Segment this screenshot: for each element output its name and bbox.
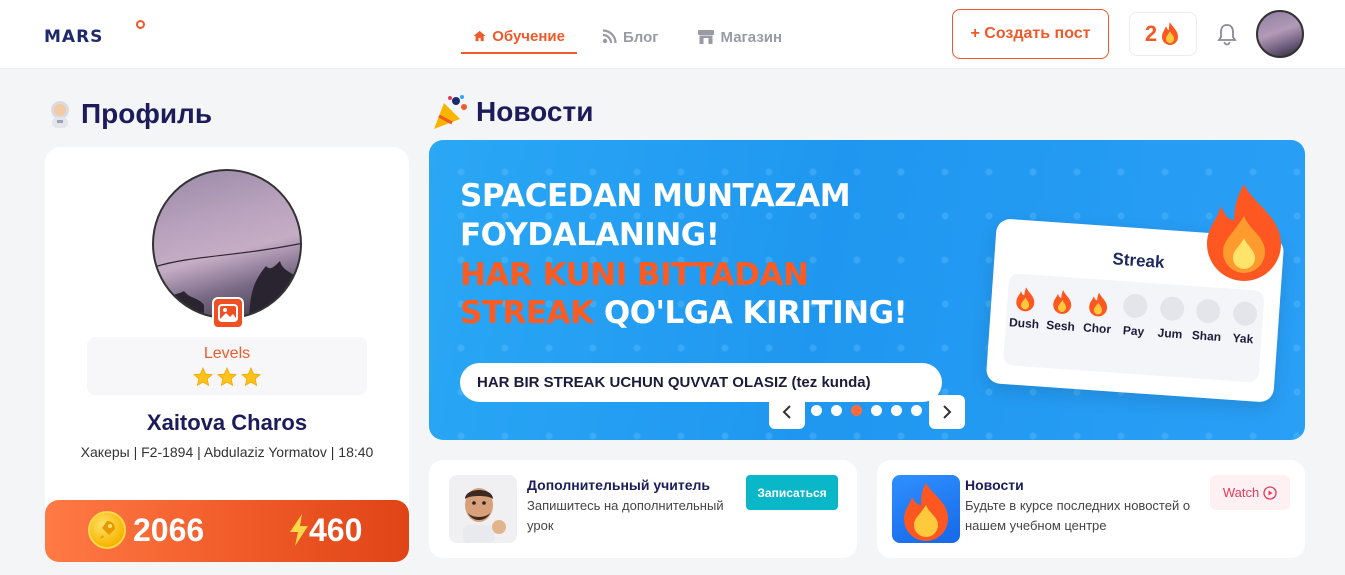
create-post-button[interactable]: + Создать пост [952, 9, 1109, 59]
banner-line-3: HAR KUNI BITTADAN [460, 257, 809, 293]
card-title: Дополнительный учитель [527, 477, 711, 493]
streak-day-label: Pay [1122, 323, 1145, 339]
streak-day-label: Jum [1157, 325, 1183, 342]
star-icon [193, 367, 213, 387]
carousel-dot[interactable] [851, 405, 862, 416]
level-stars [87, 367, 367, 387]
nav-item-learning[interactable]: Обучение [461, 20, 577, 54]
streak-day-empty-dot [1158, 295, 1185, 322]
carousel-dot[interactable] [831, 405, 842, 416]
streak-day: Chor [1077, 290, 1116, 372]
nav-item-blog[interactable]: Блог [589, 20, 671, 54]
chevron-right-icon [943, 405, 952, 419]
streak-day: Yak [1223, 300, 1262, 383]
carousel-prev-button[interactable] [769, 395, 805, 429]
card-description: Запишитесь на дополнительный урок [527, 498, 724, 533]
streak-days: Dush Sesh Chor Pay Jum Shan Yak [1002, 273, 1265, 383]
carousel-dots [811, 405, 922, 416]
streak-day: Sesh [1041, 288, 1080, 370]
card-title: Новости [965, 477, 1024, 493]
image-icon [218, 304, 238, 322]
profile-card: Levels Xaitova Charos Хакеры | F2-1894 |… [45, 147, 409, 562]
carousel-next-button[interactable] [929, 395, 965, 429]
bell-icon[interactable] [1213, 20, 1241, 48]
news-title-text: Новости [476, 96, 594, 127]
nav-item-label: Магазин [720, 28, 783, 46]
teacher-memoji [449, 475, 517, 543]
rocket-icon [100, 521, 115, 539]
memoji-icon [463, 488, 506, 543]
coin-icon [88, 511, 126, 549]
big-fire-icon [1207, 184, 1281, 281]
streak-day: Jum [1150, 295, 1189, 377]
news-section-title: Новости [432, 93, 593, 131]
star-icon [241, 367, 261, 387]
logo-ring-icon [136, 20, 145, 29]
news-banner[interactable]: SPACEDAN MUNTAZAM FOYDALANING! HAR KUNI … [429, 140, 1305, 440]
levels-label: Levels [203, 345, 251, 362]
astronaut-icon [51, 101, 69, 128]
nav-item-label: Обучение [492, 27, 565, 45]
party-popper-icon [434, 95, 467, 129]
streak-day-label: Chor [1082, 320, 1112, 337]
extra-teacher-card: Дополнительный учитель Запишитесь на доп… [429, 460, 857, 558]
chevron-left-icon [782, 405, 791, 419]
carousel-dot[interactable] [811, 405, 822, 416]
profile-title-text: Профиль [81, 98, 213, 129]
streak-count: 2 [1144, 21, 1158, 46]
fire-icon [1089, 292, 1108, 317]
watch-button[interactable]: Watch [1210, 475, 1290, 510]
store-icon [697, 30, 714, 44]
coins-value: 2066 [133, 512, 205, 548]
streak-day-empty-dot [1122, 293, 1149, 319]
streak-day-label: Dush [1008, 315, 1040, 332]
fire-icon [1016, 287, 1035, 312]
watch-button-label: Watch [1222, 485, 1260, 500]
play-circle-icon [1263, 485, 1277, 500]
news-thumbnail [892, 475, 960, 543]
fire-icon [1053, 289, 1072, 314]
enroll-button[interactable]: Записаться [746, 475, 838, 510]
fire-icon [904, 483, 948, 541]
home-icon [473, 30, 486, 42]
banner-line-4-white: QO'LGA KIRITING! [593, 295, 908, 331]
banner-line-1: SPACEDAN MUNTAZAM [460, 178, 851, 214]
top-header: MARS Обучение Блог Магазин + Создать пос… [0, 0, 1345, 69]
streak-day-label: Sesh [1045, 317, 1076, 334]
banner-pill: HAR BIR STREAK UCHUN QUVVAT OLASIZ (tez … [460, 363, 942, 402]
nav-item-label: Блог [623, 28, 659, 46]
streak-day-label: Yak [1232, 330, 1254, 347]
fire-icon [1162, 22, 1179, 45]
main-nav: Обучение Блог Магазин [461, 20, 794, 56]
streak-day-label: Shan [1191, 328, 1222, 345]
banner-line-2: FOYDALANING! [460, 217, 720, 253]
streak-day: Shan [1187, 298, 1226, 380]
change-photo-button[interactable] [212, 297, 244, 329]
rss-icon [602, 29, 617, 44]
mars-logo[interactable]: MARS [44, 27, 103, 47]
star-icon [217, 367, 237, 387]
news-card: Новости Будьте в курсе последних новосте… [877, 460, 1305, 558]
nav-item-shop[interactable]: Магазин [685, 20, 795, 54]
streak-counter[interactable]: 2 [1129, 12, 1197, 56]
profile-info: Хакеры | F2-1894 | Abdulaziz Yormatov | … [80, 444, 374, 460]
streak-day-empty-dot [1231, 300, 1258, 327]
streak-day: Pay [1114, 293, 1153, 375]
profile-section-title: Профиль [45, 98, 212, 130]
banner-line-4: STREAK QO'LGA KIRITING! [460, 295, 908, 331]
profile-name: Xaitova Charos [146, 410, 308, 435]
carousel-dot[interactable] [911, 405, 922, 416]
carousel-dot[interactable] [871, 405, 882, 416]
card-description: Будьте в курсе последних новостей о наше… [965, 498, 1191, 533]
energy-value: 460 [309, 512, 363, 548]
streak-day: Dush [1004, 285, 1043, 367]
energy-bolt-icon [290, 514, 308, 546]
carousel-dot[interactable] [891, 405, 902, 416]
streak-day-empty-dot [1195, 298, 1222, 324]
banner-line-4-orange: STREAK [460, 295, 594, 331]
levels-box: Levels [87, 337, 367, 395]
user-avatar[interactable] [1256, 10, 1304, 58]
stats-bar: 2066 460 [45, 500, 409, 562]
